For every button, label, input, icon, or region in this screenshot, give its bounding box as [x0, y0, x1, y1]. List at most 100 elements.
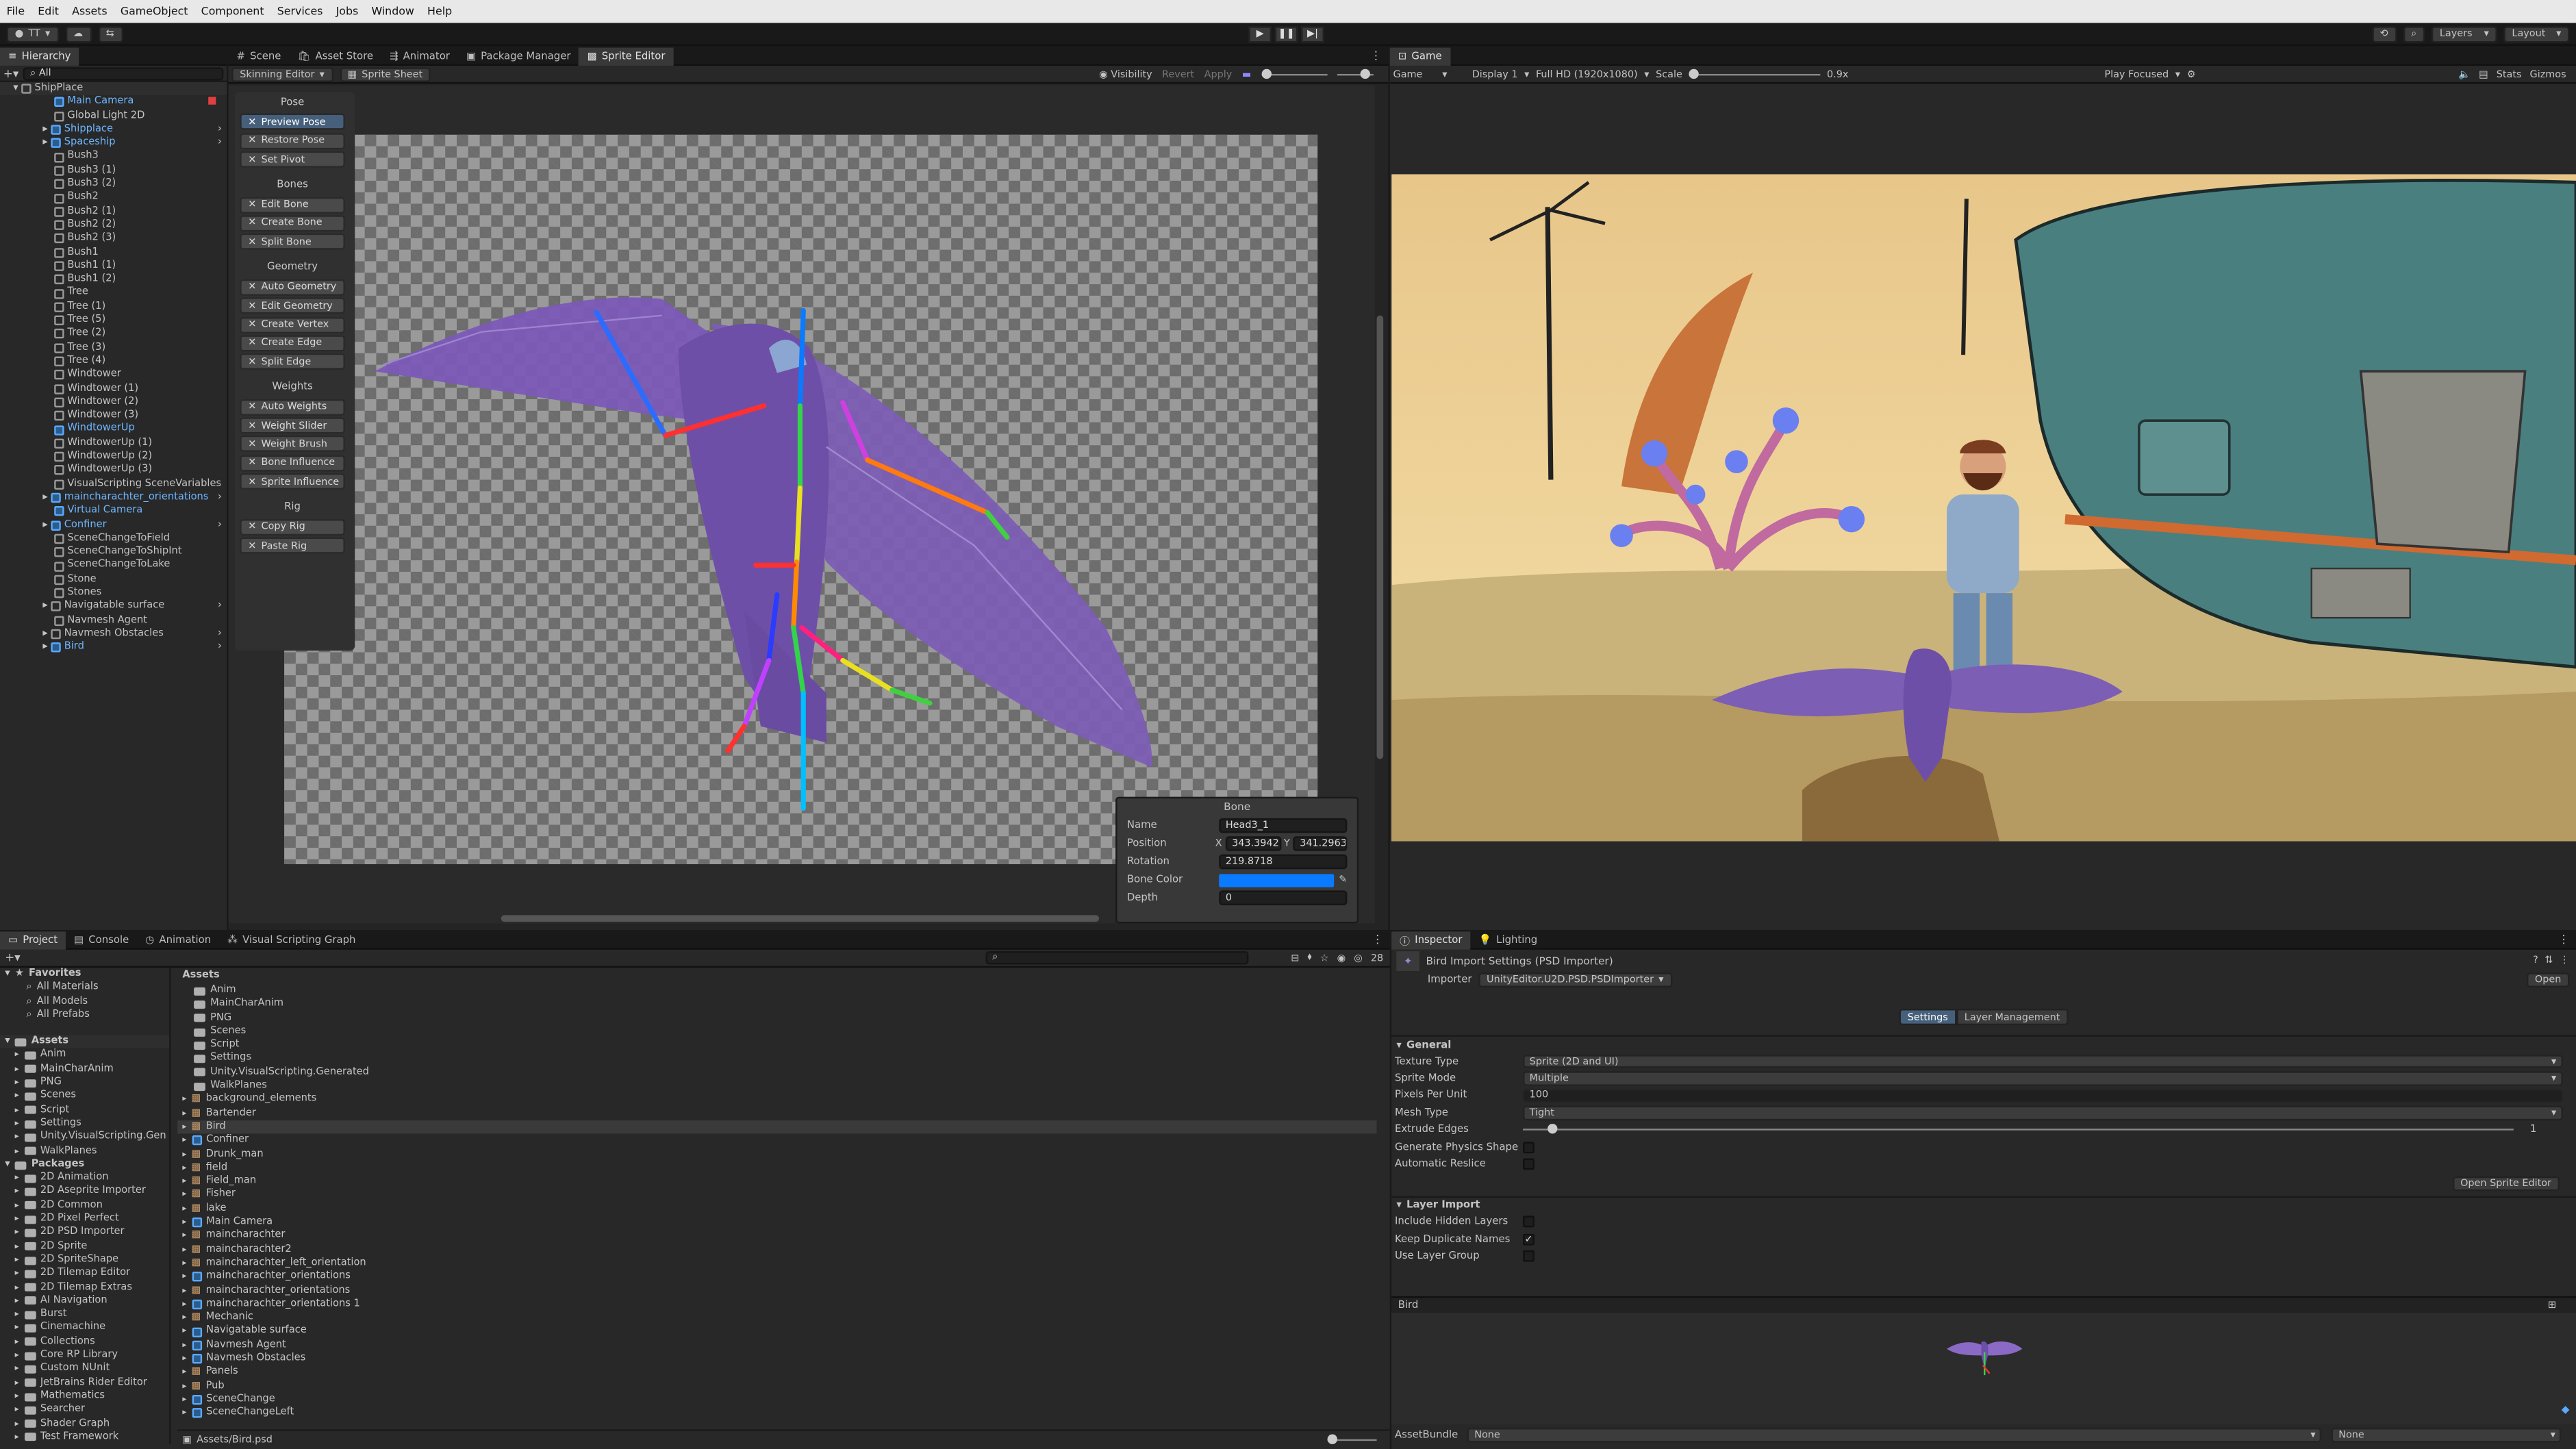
hierarchy-item[interactable]: Windtower (2): [0, 396, 227, 410]
tree-folder[interactable]: ▸ Mathematics: [0, 1390, 169, 1404]
hierarchy-item[interactable]: WindtowerUp: [0, 423, 227, 437]
favorite-item[interactable]: ⌕ All Prefabs: [0, 1009, 169, 1022]
kebab-menu-icon[interactable]: ⋮: [1370, 49, 1382, 62]
preset-icon[interactable]: ⇅: [2545, 955, 2553, 966]
expand-arrow-icon[interactable]: ▸: [182, 1120, 186, 1134]
hierarchy-item[interactable]: Tree (4): [0, 355, 227, 368]
assets-header[interactable]: ▾ Assets: [0, 1035, 170, 1049]
hierarchy-search-input[interactable]: ⌕ All: [23, 66, 224, 80]
paste-rig-button[interactable]: ✕ Paste Rig: [240, 537, 345, 554]
tree-folder[interactable]: ▸ 2D Common: [0, 1199, 169, 1213]
expand-arrow-icon[interactable]: ▸: [15, 1267, 19, 1281]
layer-checkbox[interactable]: [1523, 1216, 1535, 1228]
hierarchy-item[interactable]: Stone: [0, 573, 227, 587]
eyedropper-icon[interactable]: ✎: [1339, 874, 1347, 885]
layer-checkbox[interactable]: [1523, 1250, 1535, 1263]
hierarchy-item[interactable]: ▸ Bird ›: [0, 641, 227, 655]
expand-arrow-icon[interactable]: ▸: [15, 1117, 19, 1131]
hierarchy-item[interactable]: Bush3 (1): [0, 164, 227, 177]
hierarchy-item[interactable]: ▸ Navigatable surface ›: [0, 600, 227, 614]
mute-audio-icon[interactable]: 🔈: [2458, 68, 2471, 80]
file-item[interactable]: PNG: [177, 1011, 1376, 1025]
expand-arrow-icon[interactable]: ▸: [15, 1185, 19, 1199]
expand-arrow-icon[interactable]: ▸: [15, 1417, 19, 1431]
sprite-sheet-button[interactable]: ▦ Sprite Sheet: [339, 66, 431, 81]
tab-asset-store[interactable]: 🛍 Asset Store: [289, 47, 381, 64]
tab-visual-scripting-graph[interactable]: ⁂ Visual Scripting Graph: [219, 931, 364, 948]
expand-arrow-icon[interactable]: ▸: [15, 1063, 19, 1076]
hierarchy-item[interactable]: Windtower (1): [0, 382, 227, 396]
icon-size-slider[interactable]: [1327, 1433, 1377, 1444]
hierarchy-item[interactable]: ▸ Shipplace ›: [0, 123, 227, 137]
expand-arrow-icon[interactable]: ▸: [182, 1325, 186, 1339]
tree-folder[interactable]: ▸ Settings: [0, 1117, 169, 1131]
menu-item-assets[interactable]: Assets: [72, 5, 108, 18]
hierarchy-item[interactable]: SceneChangeToField: [0, 532, 227, 546]
importer-dropdown[interactable]: UnityEditor.U2D.PSD.PSDImporter ▾: [1478, 972, 1672, 987]
pause-button[interactable]: ❚❚: [1274, 25, 1298, 42]
file-item[interactable]: ▸ SceneChangeLeft: [177, 1407, 1376, 1420]
file-item[interactable]: Scenes: [177, 1025, 1376, 1039]
expand-arrow-icon[interactable]: ▸: [15, 1090, 19, 1104]
file-item[interactable]: ▸ ▩ background_elements: [177, 1093, 1376, 1107]
tree-folder[interactable]: ▸ JetBrains Rider Editor: [0, 1376, 169, 1390]
general-foldout[interactable]: ▾ General: [1391, 1037, 2576, 1053]
expand-arrow-icon[interactable]: ▸: [182, 1393, 186, 1407]
preview-settings-icon[interactable]: ⊞: [2548, 1300, 2556, 1311]
hierarchy-item[interactable]: SceneChangeToLake: [0, 559, 227, 573]
game-viewport[interactable]: [1391, 174, 2576, 842]
hierarchy-item[interactable]: SceneChangeToShipInt: [0, 546, 227, 559]
resolution-dropdown[interactable]: Full HD (1920x1080) ▾: [1536, 68, 1650, 80]
sprite-canvas[interactable]: Pose ✕ Preview Pose ✕ Restore Pose ✕ Set Pivot…: [228, 85, 1384, 924]
expand-arrow-icon[interactable]: ▸: [15, 1403, 19, 1417]
tab-project[interactable]: ▭ Project: [0, 931, 66, 949]
visibility-button[interactable]: ◉ Visibility: [1099, 68, 1152, 80]
file-item[interactable]: ▸ Navmesh Obstacles: [177, 1352, 1376, 1366]
auto-geometry-button[interactable]: ✕ Auto Geometry: [240, 279, 345, 296]
expand-arrow-icon[interactable]: ▸: [15, 1308, 19, 1322]
expand-arrow-icon[interactable]: ▸: [15, 1049, 19, 1063]
hierarchy-item[interactable]: ▸ Confiner ›: [0, 518, 227, 532]
weight-slider-button[interactable]: ✕ Weight Slider: [240, 417, 345, 434]
expand-arrow-icon[interactable]: ▸: [182, 1093, 186, 1107]
hierarchy-item[interactable]: Bush1 (2): [0, 273, 227, 287]
file-item[interactable]: ▸ ▩ field: [177, 1161, 1376, 1175]
tree-folder[interactable]: ▸ 2D Animation: [0, 1172, 169, 1185]
file-item[interactable]: Unity.VisualScripting.Generated: [177, 1066, 1376, 1080]
chevron-right-icon[interactable]: ›: [218, 137, 222, 151]
expand-arrow-icon[interactable]: ▸: [42, 600, 47, 614]
kebab-menu-icon[interactable]: ⋮: [2558, 933, 2570, 946]
packages-header[interactable]: ▾ Packages: [0, 1158, 169, 1172]
hierarchy-item[interactable]: Tree (1): [0, 300, 227, 314]
expand-arrow-icon[interactable]: ▸: [15, 1213, 19, 1226]
menu-item-help[interactable]: Help: [427, 5, 452, 18]
expand-arrow-icon[interactable]: ▸: [182, 1339, 186, 1352]
file-item[interactable]: Settings: [177, 1053, 1376, 1066]
settings-subtab[interactable]: Settings: [1899, 1009, 1956, 1026]
expand-arrow-icon[interactable]: ▸: [15, 1144, 19, 1158]
expand-arrow-icon[interactable]: ▸: [15, 1335, 19, 1349]
hierarchy-item[interactable]: WindtowerUp (3): [0, 464, 227, 477]
hierarchy-item[interactable]: Global Light 2D: [0, 110, 227, 123]
play-button[interactable]: ▶: [1248, 25, 1272, 42]
file-item[interactable]: ▸ ▩ maincharachter_left_orientation: [177, 1257, 1376, 1270]
settings-icon[interactable]: ⚙: [2187, 68, 2196, 80]
file-item[interactable]: ▸ Main Camera: [177, 1216, 1376, 1230]
search-button[interactable]: ⌕: [2403, 25, 2425, 42]
hierarchy-item[interactable]: Bush2 (1): [0, 205, 227, 218]
field-checkbox[interactable]: [1523, 1141, 1535, 1153]
horizontal-scrollbar[interactable]: [501, 915, 1100, 922]
hierarchy-item[interactable]: Tree (2): [0, 327, 227, 341]
tree-folder[interactable]: ▸ Shader Graph: [0, 1417, 169, 1431]
hierarchy-item[interactable]: Bush3 (2): [0, 177, 227, 191]
file-item[interactable]: ▸ ▩ Field_man: [177, 1175, 1376, 1189]
file-item[interactable]: Anim: [177, 984, 1376, 998]
expand-arrow-icon[interactable]: ▸: [182, 1298, 186, 1311]
sprite-influence-button[interactable]: ✕ Sprite Influence: [240, 473, 345, 490]
chevron-right-icon[interactable]: ›: [218, 641, 222, 655]
auto-weights-button[interactable]: ✕ Auto Weights: [240, 399, 345, 416]
expand-arrow-icon[interactable]: ▸: [182, 1161, 186, 1175]
expand-arrow-icon[interactable]: ▸: [15, 1294, 19, 1308]
tab-game[interactable]: ⊡ Game: [1389, 47, 1450, 65]
slider-handle[interactable]: [1548, 1124, 1558, 1135]
